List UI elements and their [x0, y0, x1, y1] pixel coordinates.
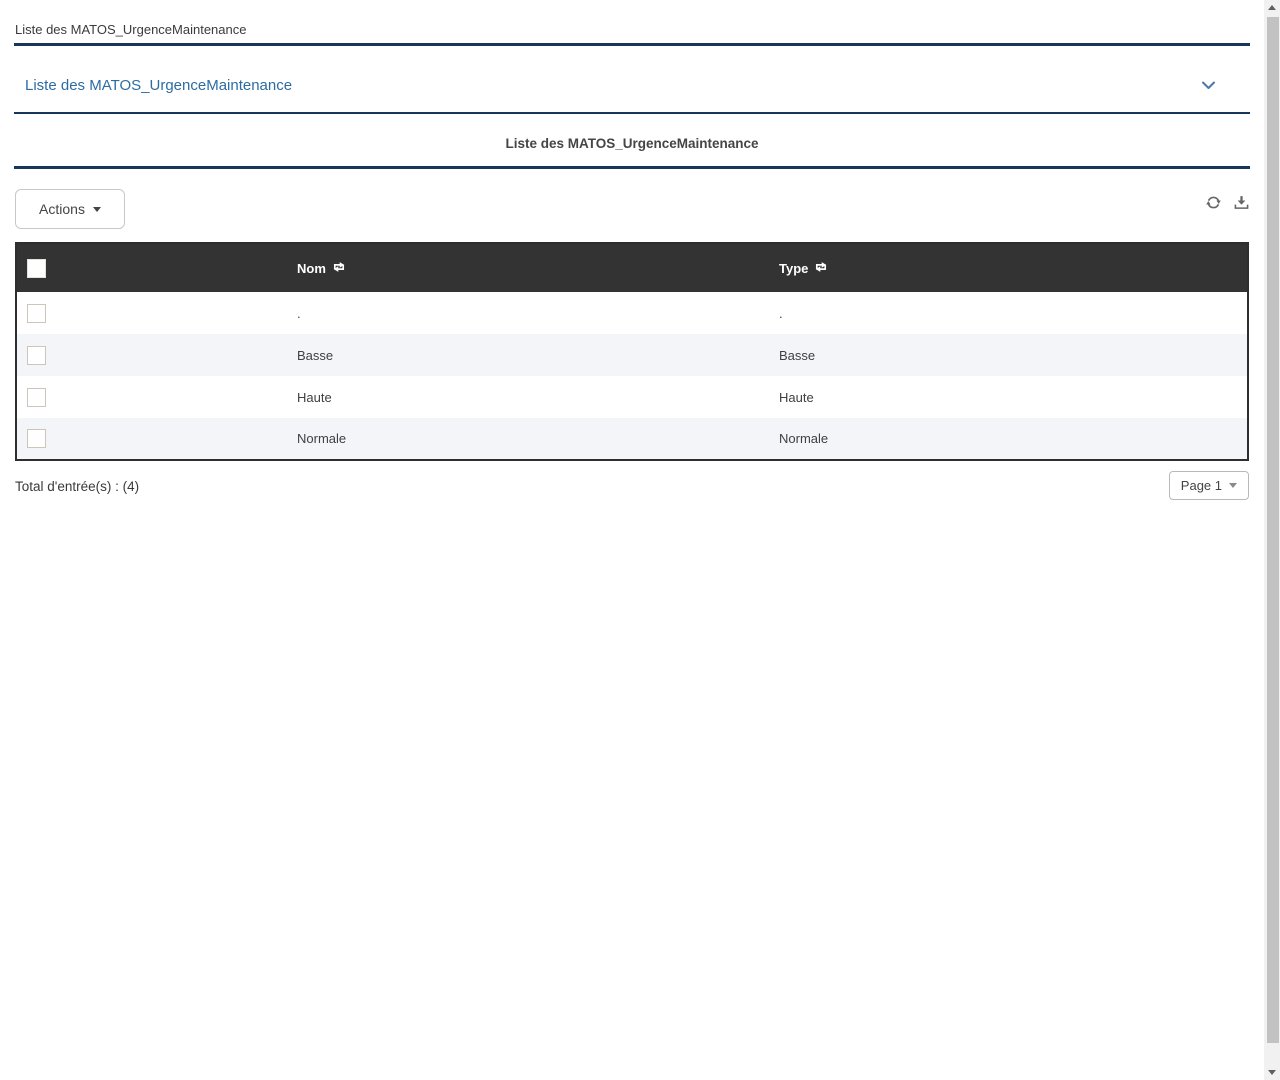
column-header-nom[interactable]: Nom [282, 243, 764, 292]
table-body: . . Basse Basse Haute Haute Normale Norm… [16, 292, 1248, 460]
toolbar-icon-group [1206, 195, 1249, 210]
cell-type: Haute [779, 389, 814, 405]
page-title: Liste des MATOS_UrgenceMaintenance [15, 22, 247, 37]
total-entries-label: Total d'entrée(s) : (4) [15, 479, 140, 494]
refresh-button[interactable] [1206, 195, 1221, 210]
row-checkbox[interactable] [27, 429, 46, 448]
cell-nom: Haute [297, 389, 332, 405]
table-row: Basse Basse [16, 334, 1248, 376]
table-row: . . [16, 292, 1248, 334]
column-label-nom: Nom [297, 260, 326, 276]
download-button[interactable] [1234, 195, 1249, 210]
refresh-icon [1206, 196, 1221, 213]
column-label-type: Type [779, 260, 809, 276]
row-checkbox[interactable] [27, 387, 46, 407]
row-checkbox[interactable] [27, 303, 46, 323]
cell-nom: Basse [297, 347, 334, 363]
download-icon [1234, 196, 1249, 213]
scrollbar[interactable] [1264, 0, 1280, 1080]
cell-type: Normale [779, 431, 829, 446]
panel-title: Liste des MATOS_UrgenceMaintenance [505, 136, 759, 151]
table-footer: Total d'entrée(s) : (4) Page 1 [15, 471, 1249, 500]
toolbar: Actions [15, 189, 1249, 229]
sort-icon [814, 261, 828, 276]
row-checkbox[interactable] [27, 345, 46, 365]
collapsible-section-header[interactable]: Liste des MATOS_UrgenceMaintenance [25, 77, 1216, 94]
table-row: Normale Normale [16, 418, 1248, 460]
caret-down-icon [1229, 483, 1237, 488]
divider-section [14, 112, 1250, 114]
page-select-label: Page 1 [1180, 478, 1222, 493]
chevron-down-icon[interactable] [1201, 81, 1216, 90]
table-row: Haute Haute [16, 376, 1248, 418]
select-all-checkbox[interactable] [27, 258, 46, 278]
actions-button-label: Actions [39, 201, 85, 217]
scrollbar-thumb[interactable] [1267, 17, 1279, 1043]
cell-nom: . [297, 305, 301, 321]
sort-icon [332, 261, 346, 276]
divider-top [14, 43, 1250, 46]
scroll-up-icon[interactable] [1268, 5, 1276, 10]
table-header-row: Nom Type [16, 243, 1248, 292]
data-table: Nom Type . . Basse Basse Haute Haute Nor… [15, 242, 1249, 461]
cell-nom: Normale [297, 431, 347, 446]
cell-type: . [779, 305, 783, 321]
cell-type: Basse [779, 347, 816, 363]
column-header-type[interactable]: Type [764, 243, 1248, 292]
main-content: Liste des MATOS_UrgenceMaintenance Liste… [0, 0, 1264, 500]
page-select-button[interactable]: Page 1 [1168, 471, 1249, 500]
scroll-down-icon[interactable] [1268, 1070, 1276, 1075]
divider-panel [14, 166, 1250, 169]
select-all-header [16, 243, 282, 292]
section-title: Liste des MATOS_UrgenceMaintenance [25, 77, 293, 94]
caret-down-icon [92, 206, 101, 212]
actions-button[interactable]: Actions [15, 189, 125, 229]
table-header: Nom Type [16, 243, 1248, 292]
